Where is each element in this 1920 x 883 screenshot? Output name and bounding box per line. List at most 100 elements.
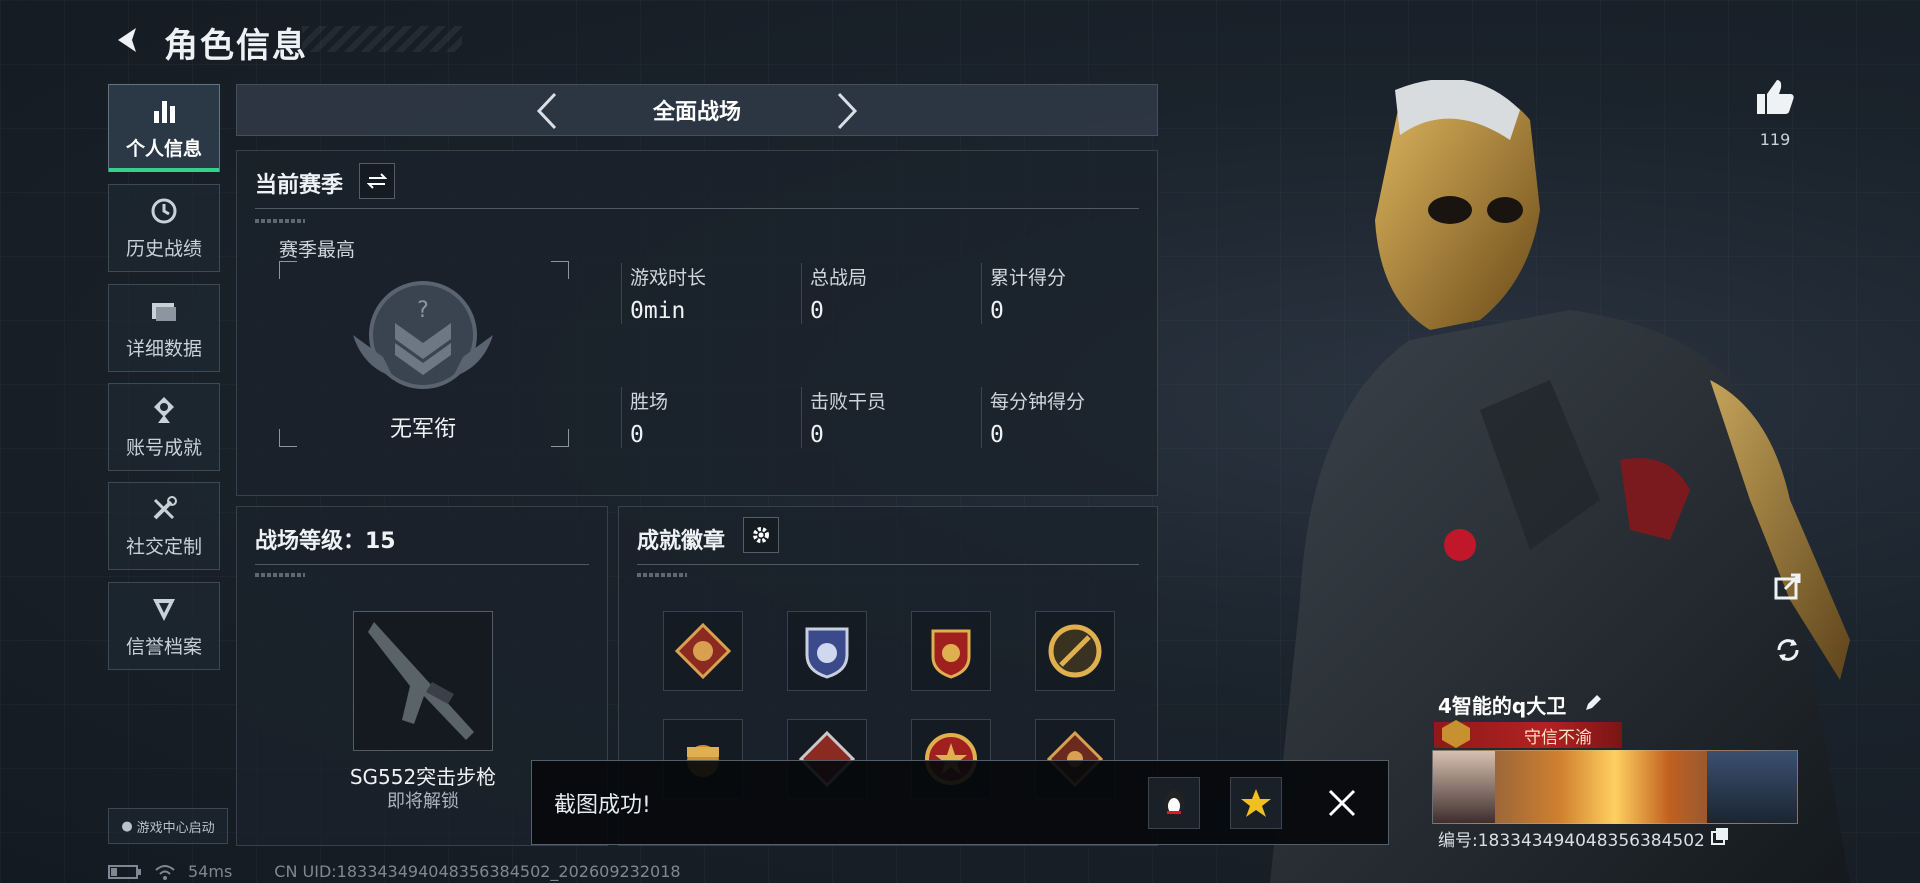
title-tag: 守信不渝 xyxy=(1434,720,1622,748)
title-tag-text: 守信不渝 xyxy=(1524,727,1592,748)
tools-icon xyxy=(149,494,179,524)
shield-icon xyxy=(149,594,179,624)
stat-kills: 击败干员 0 xyxy=(801,387,886,448)
sidebar-item-reputation[interactable]: 信誉档案 xyxy=(108,582,220,670)
back-arrow-icon xyxy=(118,28,136,52)
folder-icon xyxy=(149,296,179,326)
stat-label: 每分钟得分 xyxy=(990,391,1086,413)
sidebar-item-detailed-data[interactable]: 详细数据 xyxy=(108,284,220,372)
like-button[interactable]: 119 xyxy=(1754,78,1796,149)
like-count: 119 xyxy=(1759,130,1791,149)
title-emblem-icon xyxy=(1442,720,1470,748)
game-center-label: 游戏中心启动 xyxy=(136,820,215,836)
star-icon xyxy=(1241,788,1271,817)
stat-value: 0min xyxy=(630,298,686,324)
stat-value: 0 xyxy=(810,298,824,324)
stat-total-matches: 总战局 0 xyxy=(801,263,867,324)
divider xyxy=(255,208,1139,209)
chevron-right-icon xyxy=(837,92,858,130)
refresh-button[interactable] xyxy=(1768,630,1808,670)
game-center-button[interactable]: ● 游戏中心启动 xyxy=(108,808,228,844)
thumbs-up-icon xyxy=(1757,80,1794,114)
share-favorite-button[interactable] xyxy=(1230,776,1282,829)
clock-icon xyxy=(149,196,179,226)
player-id-row: 编号:1833434940483563845​02 xyxy=(1438,826,1729,851)
penguin-icon xyxy=(1164,789,1184,816)
screenshot-toast: 截图成功! xyxy=(531,760,1389,845)
title-decoration xyxy=(302,26,462,52)
player-name-row: 4智能的q大卫 xyxy=(1438,690,1603,719)
player-name: 4智能的q大卫 xyxy=(1438,694,1567,718)
close-icon xyxy=(1328,789,1356,816)
mode-selector: 全面战场 xyxy=(236,84,1158,136)
bar-chart-icon xyxy=(149,96,179,126)
mode-title: 全面战场 xyxy=(652,100,741,125)
divider-dash xyxy=(255,219,305,223)
achievements-settings-button[interactable] xyxy=(743,517,779,553)
page-title: 角色信息 xyxy=(164,26,308,66)
share-qq-button[interactable] xyxy=(1148,776,1200,829)
stat-score-per-minute: 每分钟得分 0 xyxy=(981,387,1085,448)
sidebar-item-label: 个人信息 xyxy=(125,137,202,160)
back-button[interactable] xyxy=(108,20,148,60)
season-panel: 当前赛季 赛季最高 ? 无军衔 游戏时长 0min 总战局 0 累计得分 0 胜… xyxy=(236,150,1158,496)
copy-id-button[interactable] xyxy=(1710,827,1729,850)
switch-season-button[interactable] xyxy=(359,163,395,199)
stat-label: 击败干员 xyxy=(810,391,887,413)
copy-icon xyxy=(1710,828,1728,845)
chevron-left-icon xyxy=(536,92,557,130)
rifle-icon xyxy=(368,622,474,740)
battle-level-title: 战场等级：15 xyxy=(255,529,396,554)
sidebar-item-history[interactable]: 历史战绩 xyxy=(108,184,220,272)
achievements-title: 成就徽章 xyxy=(637,529,726,554)
sidebar-item-label: 账号成就 xyxy=(125,436,202,459)
namecard-banner[interactable] xyxy=(1432,750,1798,824)
sidebar-item-personal-info[interactable]: 个人信息 xyxy=(108,84,220,172)
divider xyxy=(637,564,1139,565)
battery-icon xyxy=(108,864,141,879)
swap-icon xyxy=(367,173,387,189)
sidebar-item-label: 社交定制 xyxy=(125,535,202,558)
stat-label: 总战局 xyxy=(810,267,868,289)
gold-emblem-badge-icon[interactable] xyxy=(1035,611,1115,691)
pencil-icon xyxy=(1586,695,1602,710)
share-button[interactable] xyxy=(1768,566,1808,606)
status-bar: 54ms CN UID:183343494048356384502_202609… xyxy=(108,862,681,881)
stat-value: 0 xyxy=(990,422,1004,448)
stat-play-time: 游戏时长 0min xyxy=(621,263,706,324)
stat-label: 胜场 xyxy=(630,391,669,413)
weapon-preview[interactable] xyxy=(353,611,493,751)
close-button[interactable] xyxy=(1322,783,1362,823)
svg-text:?: ? xyxy=(417,298,429,323)
sidebar-item-social-custom[interactable]: 社交定制 xyxy=(108,482,220,570)
wifi-icon xyxy=(155,864,175,880)
namecard-portrait xyxy=(1433,751,1495,823)
edit-name-button[interactable] xyxy=(1583,693,1603,718)
red-gold-badge-icon[interactable] xyxy=(911,611,991,691)
refresh-icon xyxy=(1777,639,1799,661)
stat-value: 0 xyxy=(990,298,1004,324)
wolf-diamond-badge-icon[interactable] xyxy=(663,611,743,691)
rank-name: 无军衔 xyxy=(389,417,456,442)
mode-prev-button[interactable] xyxy=(527,91,567,131)
medal-icon xyxy=(149,395,179,425)
season-title: 当前赛季 xyxy=(255,173,344,198)
stat-wins: 胜场 0 xyxy=(621,387,668,448)
namecard-mascot xyxy=(1707,751,1797,823)
penguin-icon: ● xyxy=(121,818,133,834)
gear-icon xyxy=(753,527,769,543)
share-icon xyxy=(1774,573,1801,600)
divider xyxy=(255,564,589,565)
stat-value: 0 xyxy=(630,422,644,448)
rank-emblem-icon: ? xyxy=(353,281,493,389)
sidebar-item-achievements[interactable]: 账号成就 xyxy=(108,383,220,471)
divider-dash xyxy=(637,573,687,577)
blue-shield-badge-icon[interactable] xyxy=(787,611,867,691)
sidebar-item-label: 历史战绩 xyxy=(125,237,202,260)
divider-dash xyxy=(255,573,305,577)
mode-next-button[interactable] xyxy=(827,91,867,131)
sidebar-item-label: 详细数据 xyxy=(125,337,202,360)
stat-total-score: 累计得分 0 xyxy=(981,263,1066,324)
player-id: 编号:1833434940483563845​02 xyxy=(1438,831,1705,851)
toast-message: 截图成功! xyxy=(554,792,651,818)
